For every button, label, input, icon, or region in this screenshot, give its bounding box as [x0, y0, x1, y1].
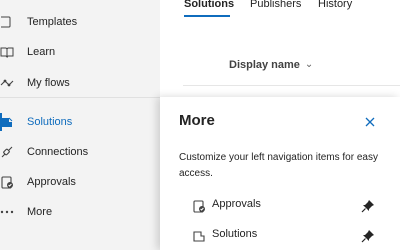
tab-history[interactable]: History: [318, 0, 352, 10]
panel-item-approvals[interactable]: Approvals: [160, 195, 400, 217]
nav-item-label: Templates: [27, 16, 78, 28]
approvals-icon: [192, 199, 206, 213]
connections-icon: [0, 145, 14, 159]
approvals-icon: [0, 175, 14, 189]
nav-item-connections[interactable]: Connections: [0, 139, 160, 165]
nav-item-label: My flows: [27, 77, 70, 89]
pin-icon[interactable]: [360, 228, 376, 244]
pin-icon[interactable]: [360, 198, 376, 214]
left-navigation: Templates Learn My flows Solutions Conne…: [0, 0, 160, 250]
panel-title: More: [179, 112, 215, 129]
nav-item-label: Solutions: [27, 116, 73, 128]
solutions-icon: [192, 229, 206, 243]
nav-item-my-flows[interactable]: My flows: [0, 70, 160, 96]
close-icon: [365, 117, 375, 127]
panel-description: Customize your left navigation items for…: [179, 152, 378, 179]
nav-item-label: Connections: [27, 146, 89, 158]
column-header-label: Display name: [229, 59, 300, 71]
more-icon: [0, 205, 14, 219]
book-icon: [0, 45, 14, 59]
panel-item-label: Solutions: [212, 228, 258, 240]
nav-item-more[interactable]: More: [0, 199, 160, 225]
close-button[interactable]: [361, 113, 379, 131]
tab-solutions[interactable]: Solutions: [184, 0, 234, 10]
nav-item-label: Approvals: [27, 176, 76, 188]
column-header-display-name[interactable]: Display name ⌄: [229, 59, 313, 71]
nav-item-learn[interactable]: Learn: [0, 39, 160, 65]
selected-tab-indicator: [184, 15, 230, 17]
flow-icon: [0, 76, 14, 90]
more-panel: More Customize your left navigation item…: [160, 97, 400, 250]
nav-item-templates[interactable]: Templates: [0, 9, 160, 35]
templates-icon: [0, 15, 14, 29]
panel-item-label: Approvals: [212, 198, 261, 210]
panel-item-solutions[interactable]: Solutions: [160, 225, 400, 247]
nav-divider: [0, 97, 160, 98]
chevron-down-icon: ⌄: [304, 59, 314, 70]
nav-item-label: Learn: [27, 46, 56, 58]
table-header-divider: [183, 85, 400, 86]
nav-item-label: More: [27, 206, 53, 218]
nav-item-solutions[interactable]: Solutions: [0, 109, 160, 135]
nav-item-approvals[interactable]: Approvals: [0, 169, 160, 195]
tab-publishers[interactable]: Publishers: [250, 0, 301, 10]
solutions-icon: [0, 115, 14, 129]
